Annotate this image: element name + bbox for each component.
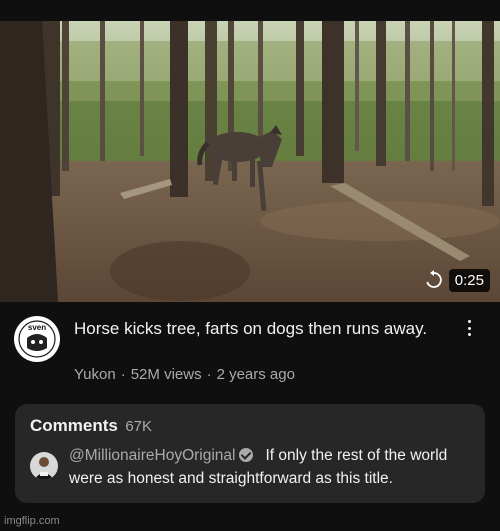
comment-author[interactable]: @MillionaireHoyOriginal — [69, 447, 235, 464]
view-count: 52M views — [130, 366, 202, 383]
video-title[interactable]: Horse kicks tree, farts on dogs then run… — [74, 318, 434, 340]
commenter-avatar-icon — [30, 452, 58, 480]
top-comment: @MillionaireHoyOriginal If only the rest … — [69, 444, 474, 490]
video-info: sven Horse kicks tree, farts on dogs the… — [0, 302, 500, 402]
channel-logo-icon: sven — [15, 317, 59, 361]
replay-icon[interactable] — [424, 270, 444, 290]
verified-check-icon — [239, 448, 254, 462]
channel-avatar[interactable]: sven — [14, 316, 60, 362]
comments-count: 67K — [125, 418, 153, 435]
channel-name[interactable]: Yukon — [74, 366, 116, 383]
meta-separator: · — [206, 366, 212, 383]
video-frame-image — [0, 21, 500, 302]
video-duration-badge: 0:25 — [448, 269, 490, 292]
watermark: imgflip.com — [4, 515, 60, 527]
video-meta: Yukon · 52M views · 2 years ago — [74, 366, 295, 383]
more-options-icon[interactable] — [460, 318, 478, 338]
comments-label: Comments — [30, 416, 118, 435]
status-bar — [0, 0, 500, 21]
comments-header: Comments 67K — [30, 416, 152, 436]
meta-separator: · — [120, 366, 126, 383]
commenter-avatar[interactable] — [30, 452, 58, 480]
upload-age: 2 years ago — [216, 366, 295, 383]
comments-card[interactable]: Comments 67K @MillionaireHoyOriginal If o… — [15, 404, 485, 503]
video-player[interactable]: 0:25 — [0, 21, 500, 302]
svg-text:sven: sven — [28, 323, 46, 332]
